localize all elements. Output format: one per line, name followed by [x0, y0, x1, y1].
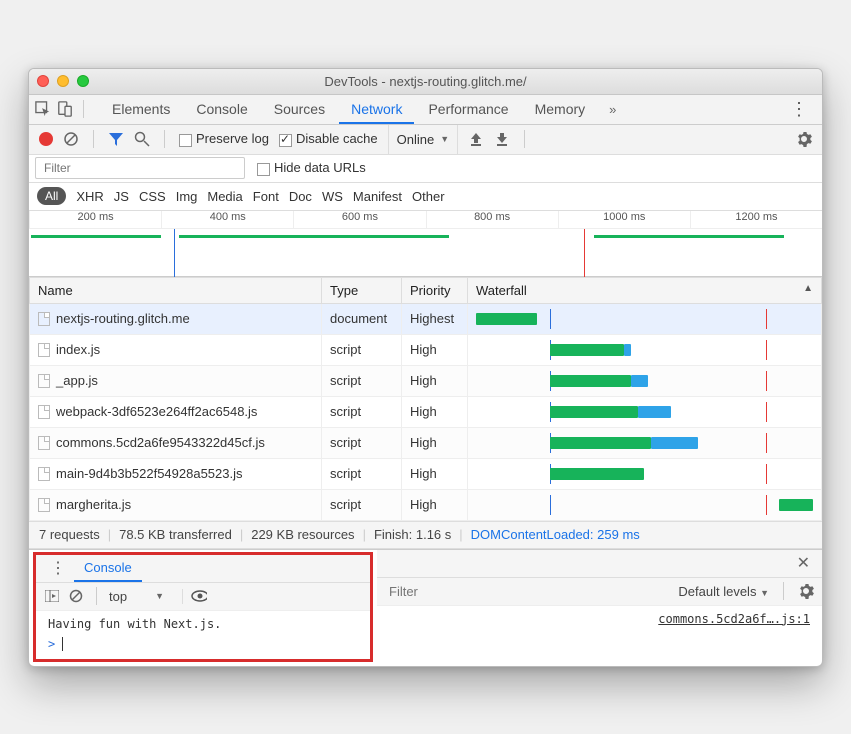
device-mode-icon[interactable]: [57, 101, 73, 117]
tab-sources[interactable]: Sources: [262, 94, 337, 124]
type-filter-manifest[interactable]: Manifest: [353, 189, 402, 204]
timeline-tick: 600 ms: [293, 211, 425, 228]
network-toolbar: Preserve log Disable cache Online▼: [29, 125, 822, 155]
filter-row: Hide data URLs: [29, 155, 822, 183]
column-waterfall[interactable]: Waterfall▲: [468, 277, 822, 303]
console-drawer: ⋮ Console top▼ Having fun with Next.js. …: [29, 549, 822, 666]
console-message-source[interactable]: commons.5cd2a6f….js:1: [646, 606, 822, 632]
type-filter-img[interactable]: Img: [176, 189, 198, 204]
status-resources: 229 KB resources: [251, 527, 354, 542]
panel-tabs-row: Elements Console Sources Network Perform…: [29, 95, 822, 125]
type-filter-other[interactable]: Other: [412, 189, 445, 204]
console-live-expression-icon[interactable]: [191, 588, 207, 604]
console-message: Having fun with Next.js.: [36, 611, 370, 637]
type-filter-ws[interactable]: WS: [322, 189, 343, 204]
disable-cache-checkbox[interactable]: Disable cache: [279, 131, 378, 146]
type-filter-font[interactable]: Font: [253, 189, 279, 204]
table-row[interactable]: index.jsscriptHigh: [30, 334, 822, 365]
table-row[interactable]: main-9d4b3b522f54928a5523.jsscriptHigh: [30, 458, 822, 489]
console-clear-icon[interactable]: [68, 588, 84, 604]
drawer-close-button[interactable]: ✕: [791, 553, 816, 573]
console-filter-input[interactable]: [385, 581, 505, 602]
status-finish: Finish: 1.16 s: [374, 527, 451, 542]
inspect-element-icon[interactable]: [35, 101, 51, 117]
load-marker-icon: [584, 229, 585, 277]
upload-har-icon[interactable]: [468, 131, 484, 147]
file-icon: [38, 405, 50, 419]
drawer-tab-console[interactable]: Console: [74, 554, 142, 582]
clear-button[interactable]: [63, 131, 79, 147]
console-sidebar-icon[interactable]: [44, 588, 60, 604]
type-filter-xhr[interactable]: XHR: [76, 189, 103, 204]
filter-toggle-icon[interactable]: [108, 131, 124, 147]
tab-elements[interactable]: Elements: [100, 94, 182, 124]
console-settings-icon[interactable]: [798, 583, 814, 599]
type-filter-media[interactable]: Media: [207, 189, 242, 204]
network-filter-input[interactable]: [35, 157, 245, 179]
type-filter-js[interactable]: JS: [114, 189, 129, 204]
throttling-select[interactable]: Online▼: [388, 125, 459, 154]
timeline-tick: 800 ms: [426, 211, 558, 228]
timeline-tick: 200 ms: [29, 211, 161, 228]
status-dcl: DOMContentLoaded: 259 ms: [471, 527, 640, 542]
console-levels-select[interactable]: Default levels ▼: [678, 584, 769, 599]
table-row[interactable]: webpack-3df6523e264ff2ac6548.jsscriptHig…: [30, 396, 822, 427]
devtools-window: DevTools - nextjs-routing.glitch.me/ Ele…: [28, 68, 823, 667]
drawer-menu-button[interactable]: ⋮: [42, 558, 74, 578]
timeline-tick: 1200 ms: [690, 211, 822, 228]
table-row[interactable]: nextjs-routing.glitch.medocumentHighest: [30, 303, 822, 334]
column-type[interactable]: Type: [322, 277, 402, 303]
dcl-marker-icon: [174, 229, 175, 277]
column-priority[interactable]: Priority: [402, 277, 468, 303]
file-icon: [38, 436, 50, 450]
file-icon: [38, 312, 50, 326]
timeline-tick: 1000 ms: [558, 211, 690, 228]
file-icon: [38, 374, 50, 388]
status-transferred: 78.5 KB transferred: [119, 527, 232, 542]
network-settings-icon[interactable]: [796, 131, 812, 147]
resource-types-row: All XHR JS CSS Img Media Font Doc WS Man…: [29, 183, 822, 211]
type-filter-css[interactable]: CSS: [139, 189, 166, 204]
console-context-select[interactable]: top▼: [109, 589, 183, 604]
panel-tabs: Elements Console Sources Network Perform…: [100, 94, 597, 124]
tab-performance[interactable]: Performance: [416, 94, 520, 124]
download-har-icon[interactable]: [494, 131, 510, 147]
file-icon: [38, 498, 50, 512]
tabs-overflow-button[interactable]: »: [603, 102, 622, 117]
record-button[interactable]: [39, 132, 53, 146]
console-prompt[interactable]: >: [36, 637, 370, 659]
network-status-bar: 7 requests| 78.5 KB transferred| 229 KB …: [29, 521, 822, 549]
tab-network[interactable]: Network: [339, 94, 414, 124]
tab-console[interactable]: Console: [184, 94, 259, 124]
tab-memory[interactable]: Memory: [523, 94, 598, 124]
column-name[interactable]: Name: [30, 277, 322, 303]
timeline-overview[interactable]: 200 ms 400 ms 600 ms 800 ms 1000 ms 1200…: [29, 211, 822, 277]
window-title: DevTools - nextjs-routing.glitch.me/: [29, 74, 822, 89]
type-filter-all[interactable]: All: [37, 187, 66, 205]
table-row[interactable]: commons.5cd2a6fe9543322d45cf.jsscriptHig…: [30, 427, 822, 458]
network-requests-table: Name Type Priority Waterfall▲ nextjs-rou…: [29, 277, 822, 521]
status-requests: 7 requests: [39, 527, 100, 542]
file-icon: [38, 343, 50, 357]
search-icon[interactable]: [134, 131, 150, 147]
table-row[interactable]: margherita.jsscriptHigh: [30, 489, 822, 520]
file-icon: [38, 467, 50, 481]
timeline-tick: 400 ms: [161, 211, 293, 228]
hide-data-urls-checkbox[interactable]: Hide data URLs: [257, 160, 366, 175]
table-row[interactable]: _app.jsscriptHigh: [30, 365, 822, 396]
type-filter-doc[interactable]: Doc: [289, 189, 312, 204]
titlebar: DevTools - nextjs-routing.glitch.me/: [29, 69, 822, 95]
main-menu-button[interactable]: ⋮: [782, 99, 816, 120]
preserve-log-checkbox[interactable]: Preserve log: [179, 131, 269, 146]
